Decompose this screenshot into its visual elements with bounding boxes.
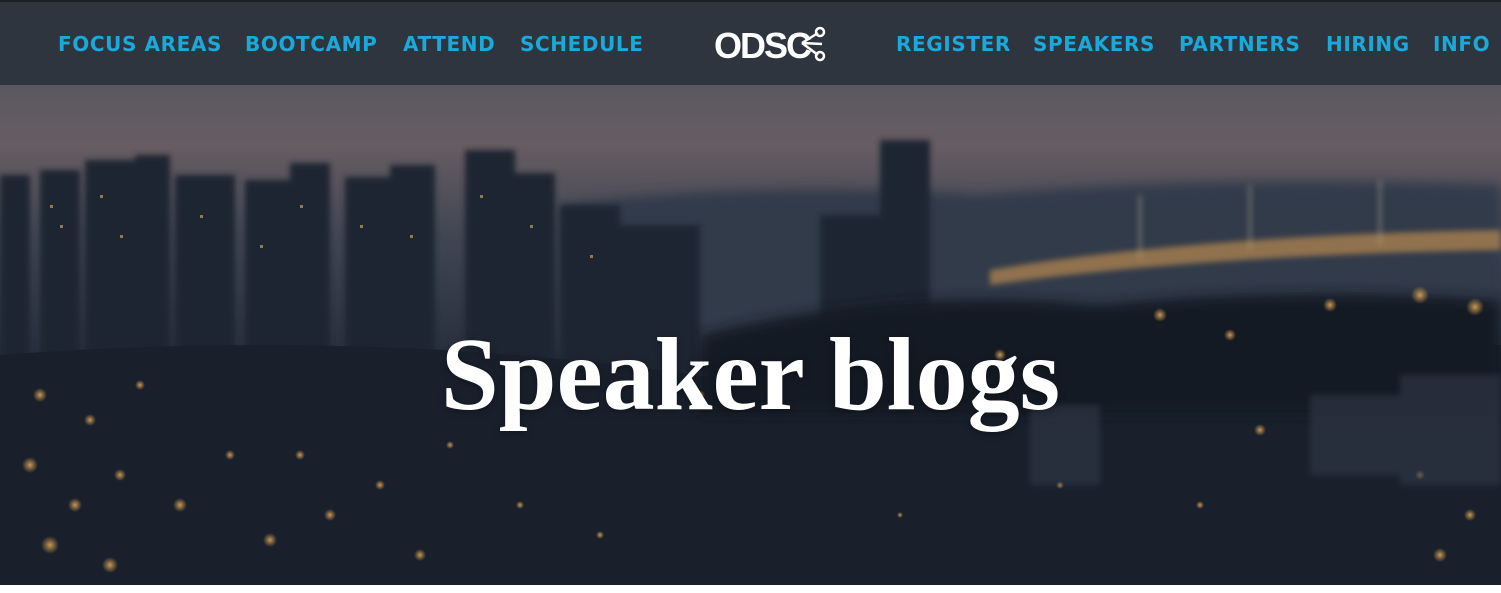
odsc-logo[interactable]: ODSC <box>714 22 830 66</box>
nav-hiring[interactable]: HIRING <box>1326 32 1410 56</box>
nav-info[interactable]: INFO <box>1433 32 1490 56</box>
odsc-logo-mark: ODSC <box>714 25 826 66</box>
nav-focus-areas[interactable]: FOCUS AREAS <box>58 32 222 56</box>
nav-attend[interactable]: ATTEND <box>403 32 495 56</box>
nav-bootcamp[interactable]: BOOTCAMP <box>245 32 377 56</box>
page-title: Speaker blogs <box>440 316 1061 432</box>
nav-partners[interactable]: PARTNERS <box>1179 32 1300 56</box>
nav-speakers[interactable]: SPEAKERS <box>1033 32 1155 56</box>
nav-schedule[interactable]: SCHEDULE <box>520 32 644 56</box>
nav-register[interactable]: REGISTER <box>896 32 1011 56</box>
logo-text: ODSC <box>714 25 812 66</box>
main-navbar: FOCUS AREAS BOOTCAMP ATTEND SCHEDULE ODS… <box>0 2 1501 85</box>
hero-banner: Speaker blogs <box>0 85 1501 585</box>
